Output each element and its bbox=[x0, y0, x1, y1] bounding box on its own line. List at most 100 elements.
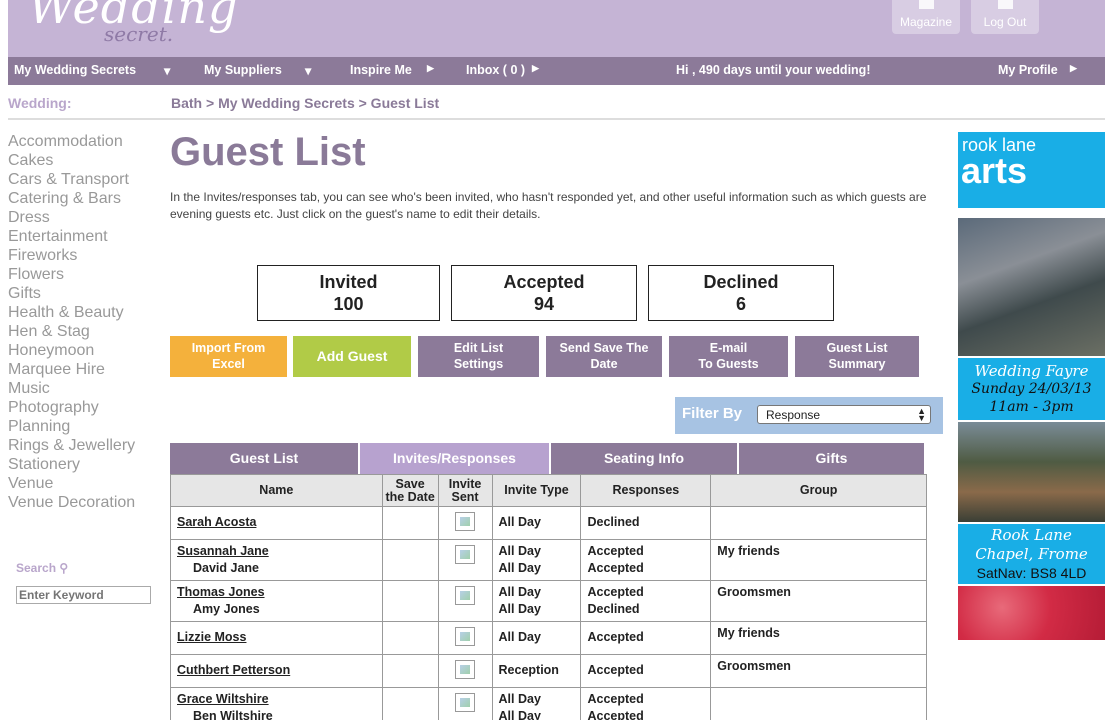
category-link[interactable]: Entertainment bbox=[8, 227, 135, 246]
wedding-label: Wedding: bbox=[8, 95, 72, 111]
guest-partner-name[interactable]: Amy Jones bbox=[177, 601, 376, 618]
category-link[interactable]: Gifts bbox=[8, 284, 135, 303]
guest-name-link[interactable]: Thomas Jones bbox=[177, 584, 376, 601]
category-link[interactable]: Stationery bbox=[8, 455, 135, 474]
invite-sent-cell bbox=[437, 539, 493, 581]
email-guests-button[interactable]: E-mail To Guests bbox=[669, 336, 788, 377]
accepted-stat: Accepted 94 bbox=[451, 265, 637, 321]
category-link[interactable]: Accommodation bbox=[8, 132, 135, 151]
category-link[interactable]: Planning bbox=[8, 417, 135, 436]
category-link[interactable]: Venue Decoration bbox=[8, 493, 135, 512]
col-label: Save bbox=[395, 476, 425, 491]
send-save-date-button[interactable]: Send Save The Date bbox=[546, 336, 662, 377]
tab-invites-responses[interactable]: Invites/Responses bbox=[360, 443, 549, 474]
logout-button[interactable]: Log Out bbox=[971, 0, 1039, 34]
col-name: Name bbox=[170, 474, 383, 507]
ad-banner-rook-lane-arts[interactable]: rook lane arts bbox=[958, 132, 1105, 208]
response: Accepted bbox=[587, 544, 644, 558]
guest-partner-name[interactable]: Ben Wiltshire bbox=[177, 708, 376, 720]
chevron-right-icon: ▶ bbox=[532, 63, 539, 73]
tab-guest-list[interactable]: Guest List bbox=[170, 443, 358, 474]
invite-sent-cell bbox=[437, 621, 493, 655]
ad-fayre-time: 11am - 3pm bbox=[989, 399, 1074, 415]
invite-sent-image-icon[interactable] bbox=[455, 660, 476, 679]
category-link[interactable]: Music bbox=[8, 379, 135, 398]
category-link[interactable]: Dress bbox=[8, 208, 135, 227]
btn-line: Guest List bbox=[826, 341, 888, 355]
ad-fayre-date: Sunday 24/03/13 bbox=[971, 381, 1092, 397]
search-label-text: Search bbox=[16, 561, 57, 575]
save-date-cell bbox=[381, 506, 439, 540]
nav-my-wedding-secrets[interactable]: My Wedding Secrets ▾ bbox=[14, 63, 170, 78]
table-row: Susannah Jane David Jane All Day All Day A… bbox=[170, 539, 927, 581]
add-guest-button[interactable]: Add Guest bbox=[293, 336, 411, 377]
guest-name-link[interactable]: Sarah Acosta bbox=[177, 515, 256, 529]
category-list: Accommodation Cakes Cars & Transport Cat… bbox=[8, 132, 135, 512]
ad-venue-satnav: SatNav: BS8 4LD bbox=[976, 565, 1087, 581]
invite-sent-image-icon[interactable] bbox=[455, 586, 476, 605]
category-link[interactable]: Hen & Stag bbox=[8, 322, 135, 341]
tab-gifts[interactable]: Gifts bbox=[739, 443, 924, 474]
save-date-cell bbox=[381, 621, 439, 655]
invite-sent-image-icon[interactable] bbox=[455, 627, 476, 646]
edit-list-settings-button[interactable]: Edit List Settings bbox=[418, 336, 539, 377]
invite-type: All Day bbox=[498, 585, 541, 599]
invite-sent-cell bbox=[437, 580, 493, 622]
category-link[interactable]: Catering & Bars bbox=[8, 189, 135, 208]
btn-line: E-mail bbox=[709, 341, 748, 355]
table-row: Grace Wiltshire Ben Wiltshire All Day All … bbox=[170, 687, 927, 720]
ad-spacer bbox=[958, 208, 1105, 218]
category-link[interactable]: Fireworks bbox=[8, 246, 135, 265]
nav-my-suppliers[interactable]: My Suppliers ▾ bbox=[204, 63, 311, 78]
nav-label: Inbox ( 0 ) bbox=[466, 63, 526, 77]
chevron-down-icon: ▾ bbox=[164, 64, 171, 78]
invite-type-cell: All Day bbox=[491, 621, 582, 655]
breadcrumb[interactable]: Bath > My Wedding Secrets > Guest List bbox=[171, 95, 439, 111]
category-link[interactable]: Rings & Jewellery bbox=[8, 436, 135, 455]
guest-partner-name[interactable]: David Jane bbox=[177, 560, 376, 577]
main-nav: My Wedding Secrets ▾ My Suppliers ▾ Inspir… bbox=[8, 57, 1105, 85]
search-icon[interactable]: ⚲ bbox=[59, 561, 68, 575]
btn-line: Settings bbox=[453, 357, 504, 371]
category-link[interactable]: Venue bbox=[8, 474, 135, 493]
btn-line: To Guests bbox=[698, 357, 759, 371]
category-link[interactable]: Photography bbox=[8, 398, 135, 417]
category-link[interactable]: Flowers bbox=[8, 265, 135, 284]
filter-select[interactable]: Response ▲ ▼ bbox=[757, 405, 931, 424]
nav-my-profile[interactable]: My Profile ▶ bbox=[998, 63, 1077, 77]
nav-inspire-me[interactable]: Inspire Me ▶ bbox=[350, 63, 434, 77]
guest-name-link[interactable]: Susannah Jane bbox=[177, 543, 376, 560]
btn-line: Summary bbox=[828, 357, 886, 371]
magazine-button[interactable]: Magazine bbox=[892, 0, 960, 34]
invite-sent-image-icon[interactable] bbox=[455, 693, 476, 712]
col-invite-type: Invite Type bbox=[491, 474, 582, 507]
guest-name-link[interactable]: Grace Wiltshire bbox=[177, 691, 376, 708]
import-excel-button[interactable]: Import From Excel bbox=[170, 336, 287, 377]
chevron-down-icon: ▾ bbox=[305, 64, 312, 78]
response: Declined bbox=[587, 515, 640, 529]
group-cell: Groomsmen bbox=[710, 580, 927, 622]
invite-type-cell: All Day All Day bbox=[491, 687, 582, 720]
category-link[interactable]: Honeymoon bbox=[8, 341, 135, 360]
tab-seating-info[interactable]: Seating Info bbox=[551, 443, 737, 474]
guest-list-summary-button[interactable]: Guest List Summary bbox=[795, 336, 919, 377]
invited-value: 100 bbox=[333, 294, 364, 314]
category-link[interactable]: Cars & Transport bbox=[8, 170, 135, 189]
search-input[interactable] bbox=[16, 586, 151, 604]
btn-line: Import From bbox=[191, 341, 266, 355]
invite-sent-image-icon[interactable] bbox=[455, 512, 476, 531]
category-link[interactable]: Cakes bbox=[8, 151, 135, 170]
guest-name-link[interactable]: Lizzie Moss bbox=[177, 630, 246, 644]
nav-inbox[interactable]: Inbox ( 0 ) ▶ bbox=[466, 63, 539, 77]
ad-venue-details: Rook Lane Chapel, Frome SatNav: BS8 4LD bbox=[958, 524, 1105, 584]
invited-label: Invited bbox=[319, 272, 378, 292]
category-link[interactable]: Health & Beauty bbox=[8, 303, 135, 322]
guest-name-link[interactable]: Cuthbert Petterson bbox=[177, 663, 290, 677]
save-date-cell bbox=[381, 539, 439, 581]
category-link[interactable]: Marquee Hire bbox=[8, 360, 135, 379]
nav-greeting: Hi , 490 days until your wedding! bbox=[676, 63, 871, 77]
search-label: Search ⚲ bbox=[16, 561, 68, 575]
invite-sent-cell bbox=[437, 506, 493, 540]
response-cell: Declined bbox=[580, 506, 712, 540]
invite-sent-image-icon[interactable] bbox=[455, 545, 476, 564]
